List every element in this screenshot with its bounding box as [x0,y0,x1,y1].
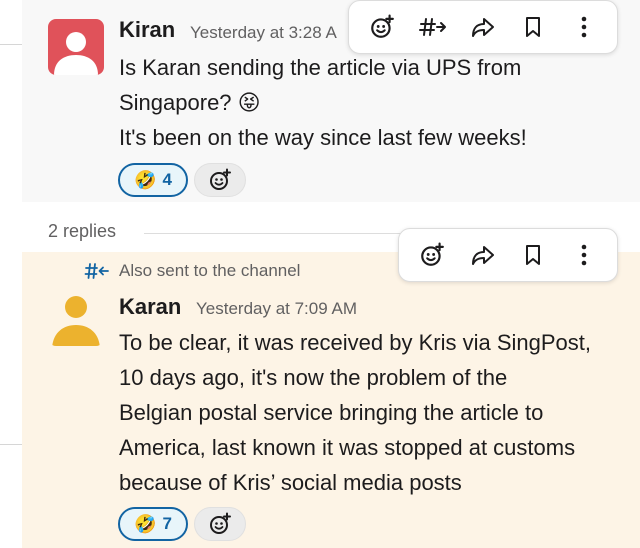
bookmark-icon [526,245,541,265]
reaction-count: 4 [162,170,172,189]
add-emoji-icon [371,14,395,38]
add-emoji-icon [421,242,445,266]
message-actions-toolbar [348,0,618,54]
add-reaction-button[interactable] [412,235,452,275]
reaction-count: 7 [162,514,172,533]
message-line: Belgian postal service bringing the arti… [119,400,544,425]
share-arrow-icon [471,246,494,265]
author-name[interactable]: Karan [119,294,181,320]
rail-divider [0,444,22,445]
avatar-kiran[interactable] [48,19,104,75]
add-reaction-button[interactable] [362,7,402,47]
rail-divider [0,44,22,45]
message-text: Singapore? [119,90,232,115]
add-reaction-button[interactable] [194,507,246,541]
add-emoji-icon [210,512,231,534]
author-name[interactable]: Kiran [119,17,175,43]
message-line-2: Singapore? 😝 [119,85,261,120]
forward-button[interactable] [463,7,503,47]
message-line: Is Karan sending the article via UPS fro… [119,55,522,80]
message-line: To be clear, it was received by Kris via… [119,330,591,355]
vertical-ellipsis-icon [581,244,587,266]
avatar-karan[interactable] [48,290,104,346]
message-actions-toolbar [398,228,618,282]
bookmark-icon [526,17,541,37]
user-silhouette-icon [52,296,100,346]
rofl-emoji: 🤣 [134,169,157,190]
also-sent-to-channel-label: Also sent to the channel [119,261,301,280]
replies-count-link[interactable]: 2 replies [48,221,116,242]
timestamp[interactable]: Yesterday at 7:09 AM [196,299,357,319]
message-line: 10 days ago, it's now the problem of the [119,365,508,390]
save-button[interactable] [513,7,553,47]
replies-divider [144,233,404,234]
message-line: It's been on the way since last few week… [119,125,527,150]
message-line: America, last known it was stopped at cu… [119,435,576,460]
more-actions-button[interactable] [564,7,604,47]
hash-arrow-icon [418,18,446,36]
reaction-rofl[interactable]: 🤣 4 [118,163,188,197]
message-line: because of Kris’ social media posts [119,470,462,495]
reaction-rofl[interactable]: 🤣 7 [118,507,188,541]
reply-in-channel-button[interactable] [413,7,453,47]
vertical-ellipsis-icon [581,16,587,38]
rofl-emoji: 🤣 [134,513,157,534]
add-emoji-icon [210,168,231,190]
save-button[interactable] [513,235,553,275]
user-silhouette-icon [54,32,98,75]
forward-button[interactable] [463,235,503,275]
share-arrow-icon [471,18,494,37]
timestamp[interactable]: Yesterday at 3:28 A [190,23,337,43]
add-reaction-button[interactable] [194,163,246,197]
left-rail [0,0,22,548]
squinting-tongue-emoji: 😝 [237,90,261,115]
more-actions-button[interactable] [564,235,604,275]
hash-arrow-icon [84,263,109,279]
